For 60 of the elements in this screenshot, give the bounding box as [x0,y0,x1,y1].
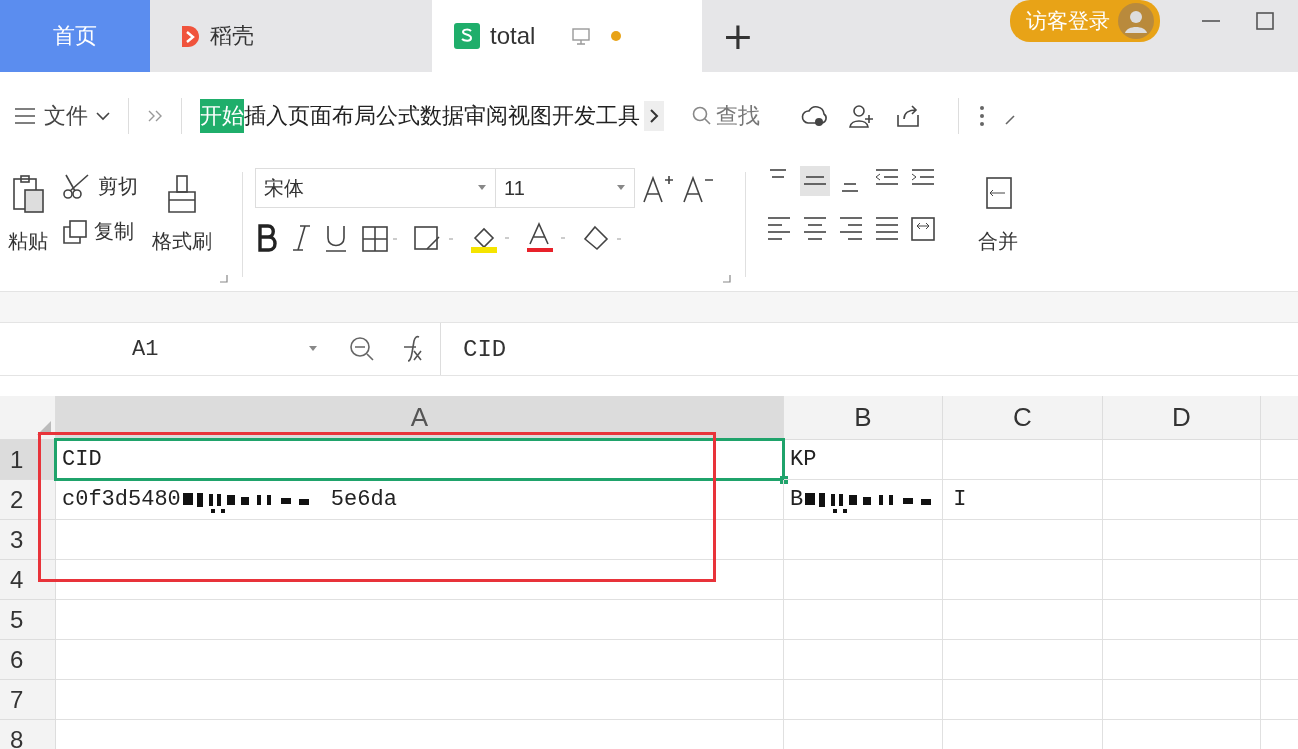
copy-icon [62,218,88,245]
row-header[interactable]: 2 [0,480,56,520]
menu-icon [14,107,36,125]
row-header[interactable]: 4 [0,560,56,600]
avatar-icon [1118,3,1154,39]
column-header[interactable]: C [943,396,1103,440]
font-size-field[interactable]: 11 [495,168,635,208]
format-painter-button[interactable]: 格式刷 [152,166,212,291]
search-button[interactable]: 查找 [692,101,760,131]
ribbon-tab[interactable]: 开发工具 [552,99,640,133]
cell-text: KP [790,447,817,472]
ribbon-tab[interactable]: 页面布局 [288,99,376,133]
document-tab[interactable]: total [432,0,702,72]
paste-button[interactable]: 粘贴 [8,166,48,291]
file-menu[interactable]: 文件 [14,101,110,131]
formula-field[interactable]: CID [440,323,1298,375]
zoom-icon[interactable] [348,335,376,363]
row-header[interactable]: 3 [0,520,56,560]
ribbon-tab[interactable]: 审阅 [464,99,508,133]
document-tab[interactable]: 稻壳 [150,0,432,72]
dropdown-icon [477,184,487,192]
column-header[interactable]: B [784,396,943,440]
double-chevron-icon[interactable] [147,109,163,123]
dropdown-icon [308,345,318,353]
share-user-icon[interactable] [848,103,876,129]
underline-icon[interactable] [323,223,349,253]
column-header[interactable]: D [1103,396,1261,440]
merge-button[interactable]: 合并 [978,166,1018,291]
cut-button[interactable]: 剪切 [62,172,138,200]
row-header[interactable]: 7 [0,680,56,720]
ribbon-tab[interactable]: 数据 [420,99,464,133]
row-header[interactable]: 8 [0,720,56,749]
chevron-right-icon[interactable] [644,101,664,131]
row-header[interactable]: 6 [0,640,56,680]
font-name-field[interactable]: 宋体 [255,168,495,208]
cell-text: I [953,487,967,512]
dropdown-icon [616,184,626,192]
cell-text: 5e6da [330,487,397,512]
row-header[interactable]: 5 [0,600,56,640]
chevron-down-icon [96,111,110,121]
cloud-icon[interactable] [800,103,830,129]
clipboard-icon [11,174,45,214]
cell-text: B [790,487,804,512]
ribbon-tab[interactable]: 公式 [376,99,420,133]
new-tab-button[interactable]: + [722,17,754,55]
more-icon[interactable] [977,104,987,128]
brush-icon [165,174,199,214]
ribbon-tab[interactable]: 视图 [508,99,552,133]
italic-icon[interactable] [291,223,311,253]
search-icon [692,106,712,126]
bold-icon[interactable] [255,223,279,253]
cell-text: c0f3d5480 [62,487,181,512]
ribbon-tab[interactable]: 插入 [244,99,288,133]
distributed-icon[interactable] [908,214,938,244]
align-middle-icon[interactable] [800,166,830,196]
spreadsheet-icon [454,23,480,49]
name-box[interactable]: A1 [0,323,330,375]
export-icon[interactable] [894,103,922,129]
copy-button[interactable]: 复制 [62,218,138,245]
select-all-button[interactable] [0,396,56,440]
